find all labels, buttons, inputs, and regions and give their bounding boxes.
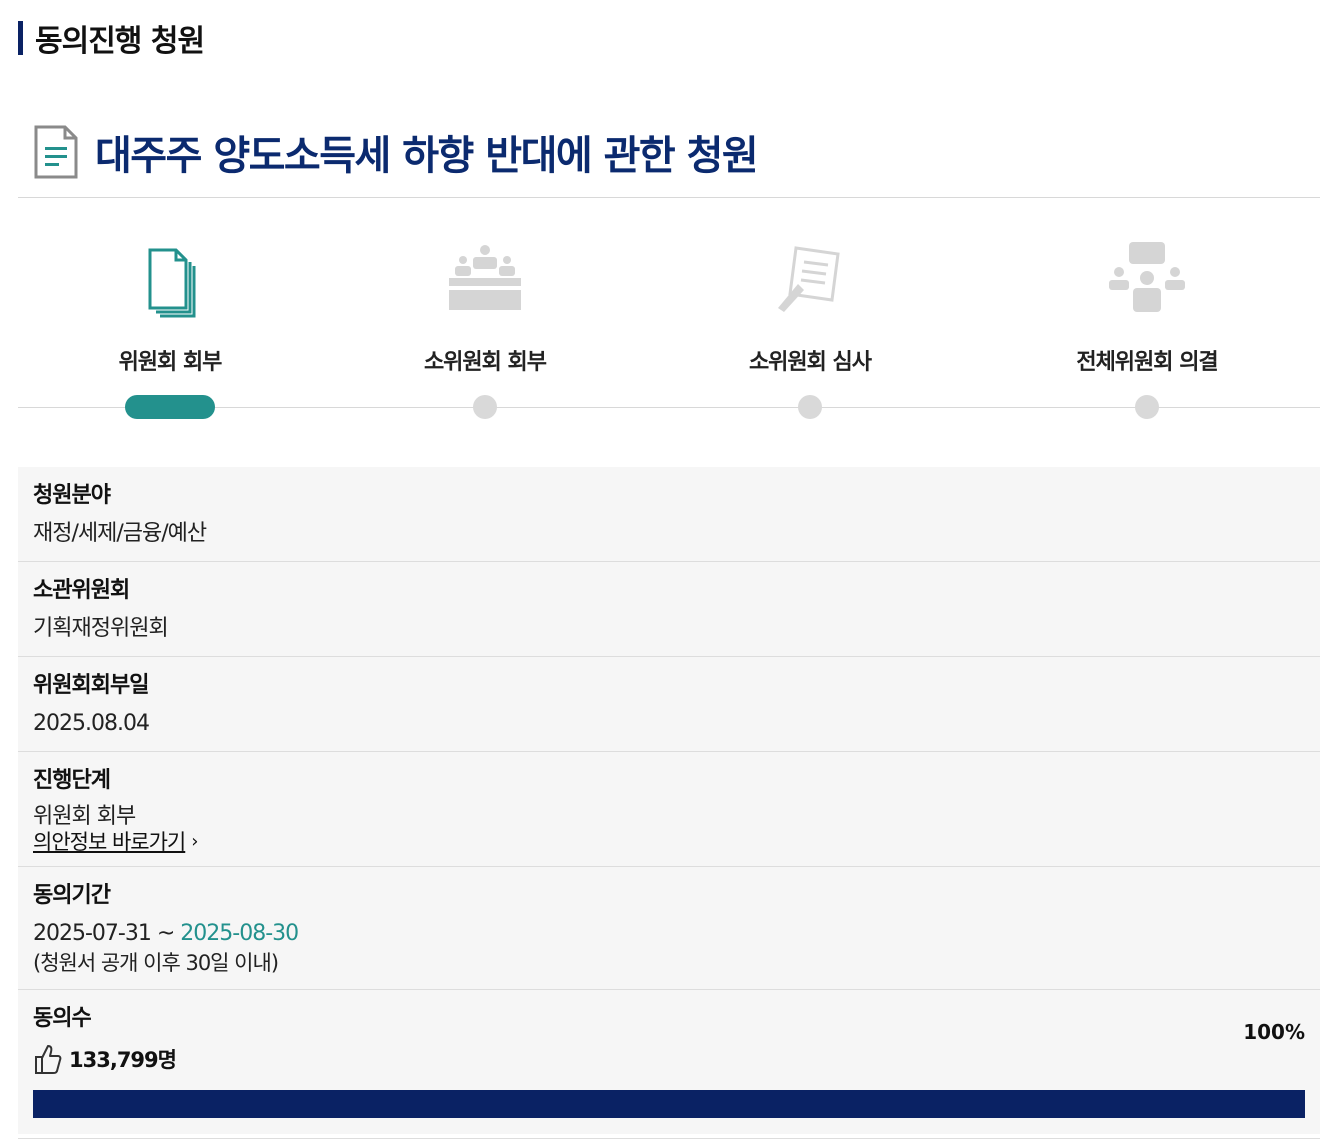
step-committee-referral: 위원회 회부 xyxy=(40,230,300,419)
info-value: 위원회 회부 xyxy=(33,804,136,829)
info-label: 청원분야 xyxy=(33,483,111,508)
agree-progress-bar xyxy=(33,1090,1305,1118)
step-indicator xyxy=(798,395,822,419)
step-indicator xyxy=(1135,395,1159,419)
period-end: 2025-08-30 xyxy=(180,921,299,946)
step-label: 전체위원회 의결 xyxy=(1076,350,1218,375)
step-subcommittee-referral: 소위원회 회부 xyxy=(355,230,615,419)
step-label: 소위원회 심사 xyxy=(748,350,872,375)
agree-count-row: 133,799명 100% xyxy=(33,1020,1305,1076)
petition-title-row: 대주주 양도소득세 하향 반대에 관한 청원 xyxy=(33,123,759,181)
info-agree: 동의수 133,799명 100% xyxy=(18,990,1320,1134)
bill-info-link-row[interactable]: 의안정보 바로가기 › xyxy=(33,830,1305,854)
step-label: 위원회 회부 xyxy=(118,350,223,375)
info-committee: 소관위원회 기획재정위원회 xyxy=(18,562,1320,657)
info-label: 소관위원회 xyxy=(33,578,130,603)
period-note: (청원서 공개 이후 30일 이내) xyxy=(33,951,279,975)
step-plenary-resolution: 전체위원회 의결 xyxy=(1017,230,1277,419)
title-divider xyxy=(18,197,1320,198)
document-icon xyxy=(34,125,78,179)
period-separator: ~ xyxy=(156,921,175,946)
agree-percent: 100% xyxy=(1243,1020,1305,1044)
progress-steps: 위원회 회부 소위원회 회부 소위원회 심사 전체위원회 의결 xyxy=(18,230,1320,430)
info-label: 동의수 xyxy=(33,1006,92,1031)
step-indicator-active xyxy=(125,395,215,419)
petition-title: 대주주 양도소득세 하향 반대에 관한 청원 xyxy=(95,133,759,179)
info-period: 동의기간 2025-07-31 ~ 2025-08-30 (청원서 공개 이후 … xyxy=(18,867,1320,990)
agree-progress-fill xyxy=(33,1090,1305,1118)
assembly-vote-icon xyxy=(1109,242,1185,312)
petition-info-panel: 청원분야 재정/세제/금융/예산 소관위원회 기획재정위원회 위원회회부일 20… xyxy=(18,467,1320,1134)
meeting-table-icon xyxy=(449,245,521,310)
info-bottom-rule xyxy=(18,1138,1320,1139)
section-header: 동의진행 청원 xyxy=(18,16,205,60)
period-start: 2025-07-31 xyxy=(33,921,152,946)
section-title: 동의진행 청원 xyxy=(35,24,205,59)
thumbs-up-icon xyxy=(35,1045,62,1074)
step-label: 소위원회 회부 xyxy=(423,350,547,375)
info-value: 2025.08.04 xyxy=(33,711,150,736)
info-label: 동의기간 xyxy=(33,883,111,908)
info-value: 재정/세제/금융/예산 xyxy=(33,521,207,546)
info-stage: 진행단계 위원회 회부 의안정보 바로가기 › xyxy=(18,752,1320,867)
agree-count-group: 133,799명 xyxy=(33,1042,177,1076)
bill-info-link[interactable]: 의안정보 바로가기 xyxy=(33,830,186,854)
info-value: 기획재정위원회 xyxy=(33,616,169,641)
section-accent-bar xyxy=(18,21,23,55)
info-field: 청원분야 재정/세제/금융/예산 xyxy=(18,467,1320,562)
step-subcommittee-review: 소위원회 심사 xyxy=(680,230,940,419)
review-pen-icon xyxy=(778,246,840,312)
documents-stack-icon xyxy=(148,248,196,318)
agree-count: 133,799명 xyxy=(69,1048,177,1072)
info-label: 위원회회부일 xyxy=(33,673,149,698)
info-referral-date: 위원회회부일 2025.08.04 xyxy=(18,657,1320,752)
chevron-right-icon: › xyxy=(191,831,198,852)
info-label: 진행단계 xyxy=(33,768,111,793)
info-period-value: 2025-07-31 ~ 2025-08-30 xyxy=(33,919,1305,949)
step-indicator xyxy=(473,395,497,419)
